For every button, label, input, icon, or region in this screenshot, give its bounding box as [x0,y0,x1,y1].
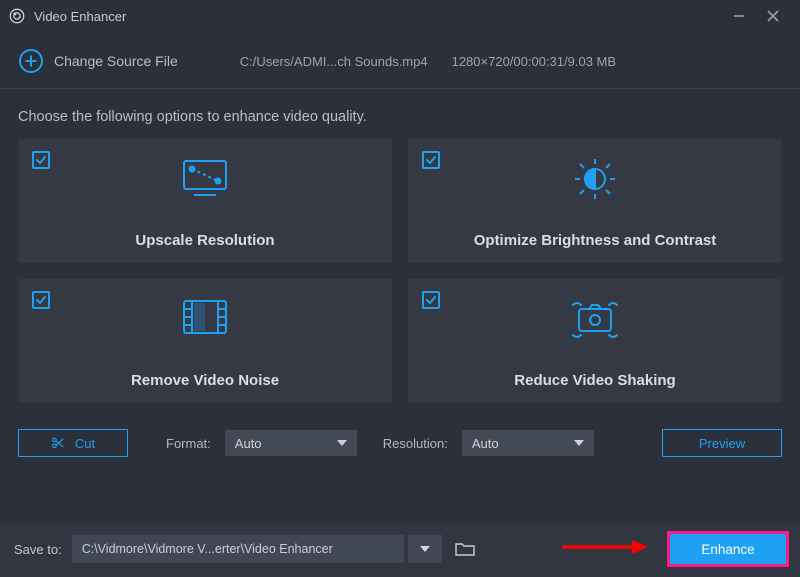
annotation-arrow [560,537,650,557]
checkbox-icon[interactable] [422,151,440,169]
cut-button[interactable]: Cut [18,429,128,457]
save-path-dropdown[interactable] [408,535,442,563]
add-file-icon[interactable] [18,48,44,74]
instruction-text: Choose the following options to enhance … [0,89,800,139]
chevron-down-icon [574,440,584,446]
option-upscale-resolution[interactable]: Upscale Resolution [18,139,392,263]
checkbox-icon[interactable] [422,291,440,309]
resolution-label: Resolution: [383,436,448,451]
option-label: Remove Video Noise [18,372,392,389]
chevron-down-icon [420,546,430,552]
source-file-path: C:/Users/ADMI...ch Sounds.mp4 [240,54,428,69]
change-source-link[interactable]: Change Source File [54,53,178,69]
enhancement-options-grid: Upscale Resolution Optimize Brightness a… [0,139,800,403]
open-folder-button[interactable] [452,536,478,562]
close-button[interactable] [756,4,790,28]
checkbox-icon[interactable] [32,151,50,169]
option-label: Reduce Video Shaking [408,372,782,389]
save-to-label: Save to: [14,542,62,557]
source-file-row: Change Source File C:/Users/ADMI...ch So… [0,32,800,89]
preview-button[interactable]: Preview [662,429,782,457]
film-icon [178,295,232,344]
monitor-icon [178,155,232,208]
app-icon [8,7,26,25]
option-label: Optimize Brightness and Contrast [408,232,782,249]
option-optimize-brightness[interactable]: Optimize Brightness and Contrast [408,139,782,263]
option-label: Upscale Resolution [18,232,392,249]
format-label: Format: [166,436,211,451]
save-path-display[interactable]: C:\Vidmore\Vidmore V...erter\Video Enhan… [72,535,404,563]
footer-bar: Save to: C:\Vidmore\Vidmore V...erter\Vi… [0,521,800,577]
source-file-info: 1280×720/00:00:31/9.03 MB [452,54,616,69]
resolution-value: Auto [472,436,499,451]
format-select[interactable]: Auto [225,430,357,456]
camera-icon [565,295,625,348]
minimize-button[interactable] [722,4,756,28]
format-value: Auto [235,436,262,451]
brightness-icon [568,155,622,208]
chevron-down-icon [337,440,347,446]
option-reduce-shaking[interactable]: Reduce Video Shaking [408,279,782,403]
app-title: Video Enhancer [34,9,126,24]
cut-label: Cut [75,436,95,451]
enhance-button[interactable]: Enhance [670,534,786,564]
controls-row: Cut Format: Auto Resolution: Auto Previe… [0,403,800,457]
checkbox-icon[interactable] [32,291,50,309]
scissors-icon [51,436,65,450]
option-remove-noise[interactable]: Remove Video Noise [18,279,392,403]
title-bar: Video Enhancer [0,0,800,32]
resolution-select[interactable]: Auto [462,430,594,456]
folder-icon [455,541,475,557]
